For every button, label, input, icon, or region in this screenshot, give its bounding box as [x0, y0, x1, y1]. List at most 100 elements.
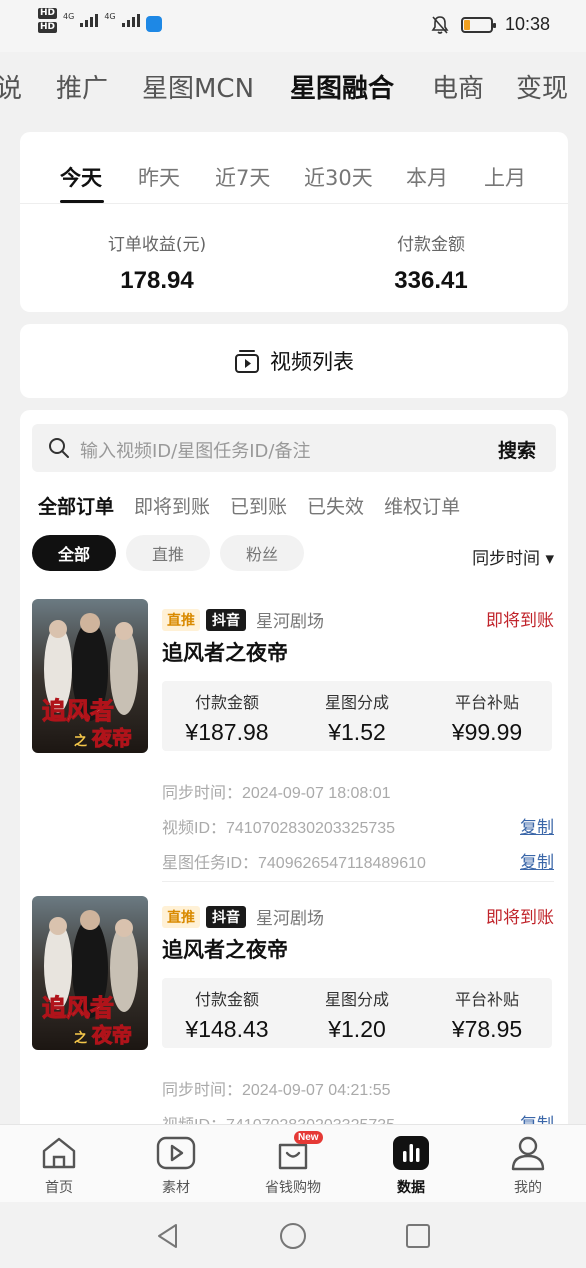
video-list-label: 视频列表 [270, 350, 354, 374]
nav-label: 首页 [45, 1180, 73, 1196]
period-tab-30days[interactable]: 近30天 [304, 162, 373, 192]
signal-icon-2 [121, 14, 140, 27]
order-item[interactable]: 追风者 之 夜帝 直推 抖音 星河剧场 即将到账 追风者之夜帝 付款金额 ¥14… [20, 892, 568, 1150]
network-type-1: 4G [63, 12, 75, 21]
stat-label: 平台补贴 [454, 990, 519, 1009]
video-id: 视频ID：7410702830203325735 [162, 820, 396, 837]
sync-time: 同步时间：2024-09-07 18:08:01 [162, 785, 391, 802]
signal-icon [80, 14, 99, 27]
status-bar: HD HD 4G 4G 10:38 [0, 0, 586, 52]
nav-materials[interactable]: 素材 [131, 1135, 221, 1197]
sync-time: 同步时间：2024-09-07 04:21:55 [162, 1082, 391, 1099]
chip-direct[interactable]: 直推 [126, 535, 210, 571]
order-source: 星河剧场 [256, 612, 324, 632]
top-tab-xingtu-fusion[interactable]: 星图融合 [290, 68, 394, 105]
network-type-2: 4G [104, 12, 116, 21]
battery-icon [460, 16, 496, 33]
orders-card: 输入视频ID/星图任务ID/备注 搜索 全部订单 即将到账 已到账 已失效 维权… [20, 410, 568, 1150]
metric-value: 178.94 [120, 267, 194, 294]
system-navigation-bar [0, 1202, 586, 1268]
metric-value: 336.41 [394, 267, 468, 294]
order-stats: 付款金额 ¥148.43 星图分成 ¥1.20 平台补贴 ¥78.95 [162, 978, 552, 1048]
hd-badge-2: HD [38, 22, 58, 33]
bell-muted-icon [431, 15, 449, 34]
order-title: 追风者之夜帝 [162, 938, 288, 962]
home-circle-icon[interactable] [279, 1222, 307, 1250]
nav-home[interactable]: 首页 [14, 1135, 104, 1197]
stat-label: 付款金额 [194, 693, 259, 712]
stat-payment: 付款金额 ¥187.98 [162, 689, 292, 746]
order-status: 即将到账 [486, 908, 554, 928]
metric-payment-amount: 付款金额 336.41 [294, 230, 568, 295]
period-tabs: 今天 昨天 近7天 近30天 本月 上月 [20, 132, 568, 204]
top-tab-xingtu-mcn[interactable]: 星图MCN [142, 68, 254, 105]
order-tab-all[interactable]: 全部订单 [38, 492, 114, 519]
stat-share: 星图分成 ¥1.20 [292, 986, 422, 1043]
stat-value: ¥99.99 [451, 719, 523, 745]
period-tab-this-month[interactable]: 本月 [406, 162, 448, 192]
battery-fill [463, 19, 470, 30]
search-input[interactable]: 输入视频ID/星图任务ID/备注 [80, 437, 310, 463]
nav-profile[interactable]: 我的 [483, 1135, 573, 1197]
order-tab-received[interactable]: 已到账 [230, 492, 287, 519]
user-icon [511, 1136, 545, 1171]
video-list-button[interactable]: 视频列表 [20, 324, 568, 398]
order-tab-invalid[interactable]: 已失效 [307, 492, 364, 519]
sort-dropdown[interactable]: 同步时间 ▾ [472, 544, 554, 569]
search-icon [49, 438, 69, 458]
order-tab-pending[interactable]: 即将到账 [134, 492, 210, 519]
copy-video-id-button[interactable]: 复制 [520, 813, 554, 838]
metric-label: 付款金额 [397, 235, 465, 255]
period-tab-last-month[interactable]: 上月 [484, 162, 526, 192]
order-tab-dispute[interactable]: 维权订单 [384, 492, 460, 519]
order-badges: 直推 抖音 星河剧场 [162, 607, 324, 632]
poster-title-3: 夜帝 [91, 726, 132, 750]
home-icon [42, 1137, 76, 1169]
search-bar[interactable]: 输入视频ID/星图任务ID/备注 搜索 [32, 424, 556, 472]
chip-all[interactable]: 全部 [32, 535, 116, 571]
top-tab-ecommerce[interactable]: 电商 [432, 68, 484, 105]
top-tab-partial[interactable]: 说 [0, 68, 22, 105]
clock: 10:38 [504, 14, 550, 34]
period-tab-today[interactable]: 今天 [60, 162, 102, 192]
stat-label: 星图分成 [324, 990, 389, 1009]
nav-data[interactable]: 数据 [366, 1135, 456, 1197]
top-tab-promotion[interactable]: 推广 [56, 68, 108, 105]
search-button[interactable]: 搜索 [498, 436, 536, 463]
stat-value: ¥78.95 [451, 1016, 523, 1042]
order-source: 星河剧场 [256, 909, 324, 929]
task-id: 星图任务ID：7409626547118489610 [162, 855, 426, 872]
stat-value: ¥1.52 [328, 719, 386, 745]
stat-label: 付款金额 [194, 990, 259, 1009]
badge-direct: 直推 [162, 905, 200, 928]
order-status: 即将到账 [486, 611, 554, 631]
video-list-icon [235, 350, 259, 373]
poster-title-3: 夜帝 [91, 1023, 132, 1047]
drama-poster: 追风者 之 夜帝 [32, 599, 148, 753]
period-tab-yesterday[interactable]: 昨天 [138, 162, 180, 192]
filter-chips: 全部 直推 粉丝 [32, 535, 304, 571]
stat-subsidy: 平台补贴 ¥78.95 [422, 986, 552, 1043]
chip-fans[interactable]: 粉丝 [220, 535, 304, 571]
back-icon[interactable] [154, 1222, 182, 1250]
copy-task-id-button[interactable]: 复制 [520, 848, 554, 873]
stat-value: ¥1.20 [328, 1016, 386, 1042]
stat-label: 星图分成 [324, 693, 389, 712]
metric-label: 订单收益(元) [107, 235, 207, 255]
nav-label: 省钱购物 [265, 1180, 321, 1196]
top-tab-monetize[interactable]: 变现 [516, 68, 568, 105]
period-tab-7days[interactable]: 近7天 [215, 162, 270, 192]
play-icon [156, 1136, 196, 1170]
badge-platform: 抖音 [206, 608, 246, 631]
nav-label: 数据 [397, 1180, 425, 1196]
recents-icon[interactable] [404, 1222, 432, 1250]
order-status-tabs: 全部订单 即将到账 已到账 已失效 维权订单 [38, 492, 460, 519]
nav-shopping[interactable]: New 省钱购物 [248, 1131, 338, 1197]
status-right: 10:38 [431, 14, 550, 35]
stat-value: ¥148.43 [185, 1016, 269, 1042]
drama-poster: 追风者 之 夜帝 [32, 896, 148, 1050]
order-item[interactable]: 追风者 之 夜帝 直推 抖音 星河剧场 即将到账 追风者之夜帝 付款金额 ¥18… [20, 595, 568, 885]
poster-title-2: 之 [74, 1030, 87, 1046]
order-title: 追风者之夜帝 [162, 641, 288, 665]
order-badges: 直推 抖音 星河剧场 [162, 904, 324, 929]
